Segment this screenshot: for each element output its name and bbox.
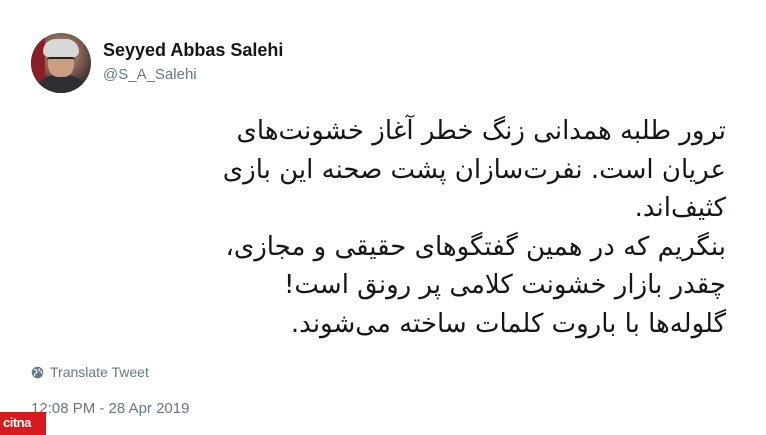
tweet-line: بنگریم که در همین گفتگوهای حقیقی و مجازی… xyxy=(225,231,726,262)
avatar-coat xyxy=(35,75,87,93)
avatar-hair xyxy=(43,39,79,57)
tweet-text: ترور طلبه همدانی زنگ خطر آغاز خشونت‌های … xyxy=(90,112,726,343)
translate-label: Translate Tweet xyxy=(50,364,149,380)
tweet-line: عریان است. نفرت‌سازان پشت صحنه این بازی xyxy=(222,154,726,185)
tweet-line: گلوله‌ها با باروت کلمات ساخته می‌شوند. xyxy=(290,308,726,339)
avatar-glasses xyxy=(47,57,75,65)
watermark-text: citna xyxy=(3,415,31,430)
tweet-line: ترور طلبه همدانی زنگ خطر آغاز خشونت‌های xyxy=(236,116,726,146)
tweet-line: کثیف‌اند. xyxy=(634,193,726,223)
author-handle[interactable]: @S_A_Salehi xyxy=(103,65,197,85)
translate-tweet-button[interactable]: Translate Tweet xyxy=(31,362,149,382)
avatar[interactable] xyxy=(31,33,91,93)
tweet-timestamp[interactable]: 12:08 PM - 28 Apr 2019 xyxy=(31,400,189,417)
author-name[interactable]: Seyyed Abbas Salehi xyxy=(103,39,283,61)
globe-icon xyxy=(31,366,44,378)
citna-watermark-logo: citna xyxy=(0,412,46,435)
tweet-line: چقدر بازار خشونت کلامی پر رونق است! xyxy=(283,270,726,300)
